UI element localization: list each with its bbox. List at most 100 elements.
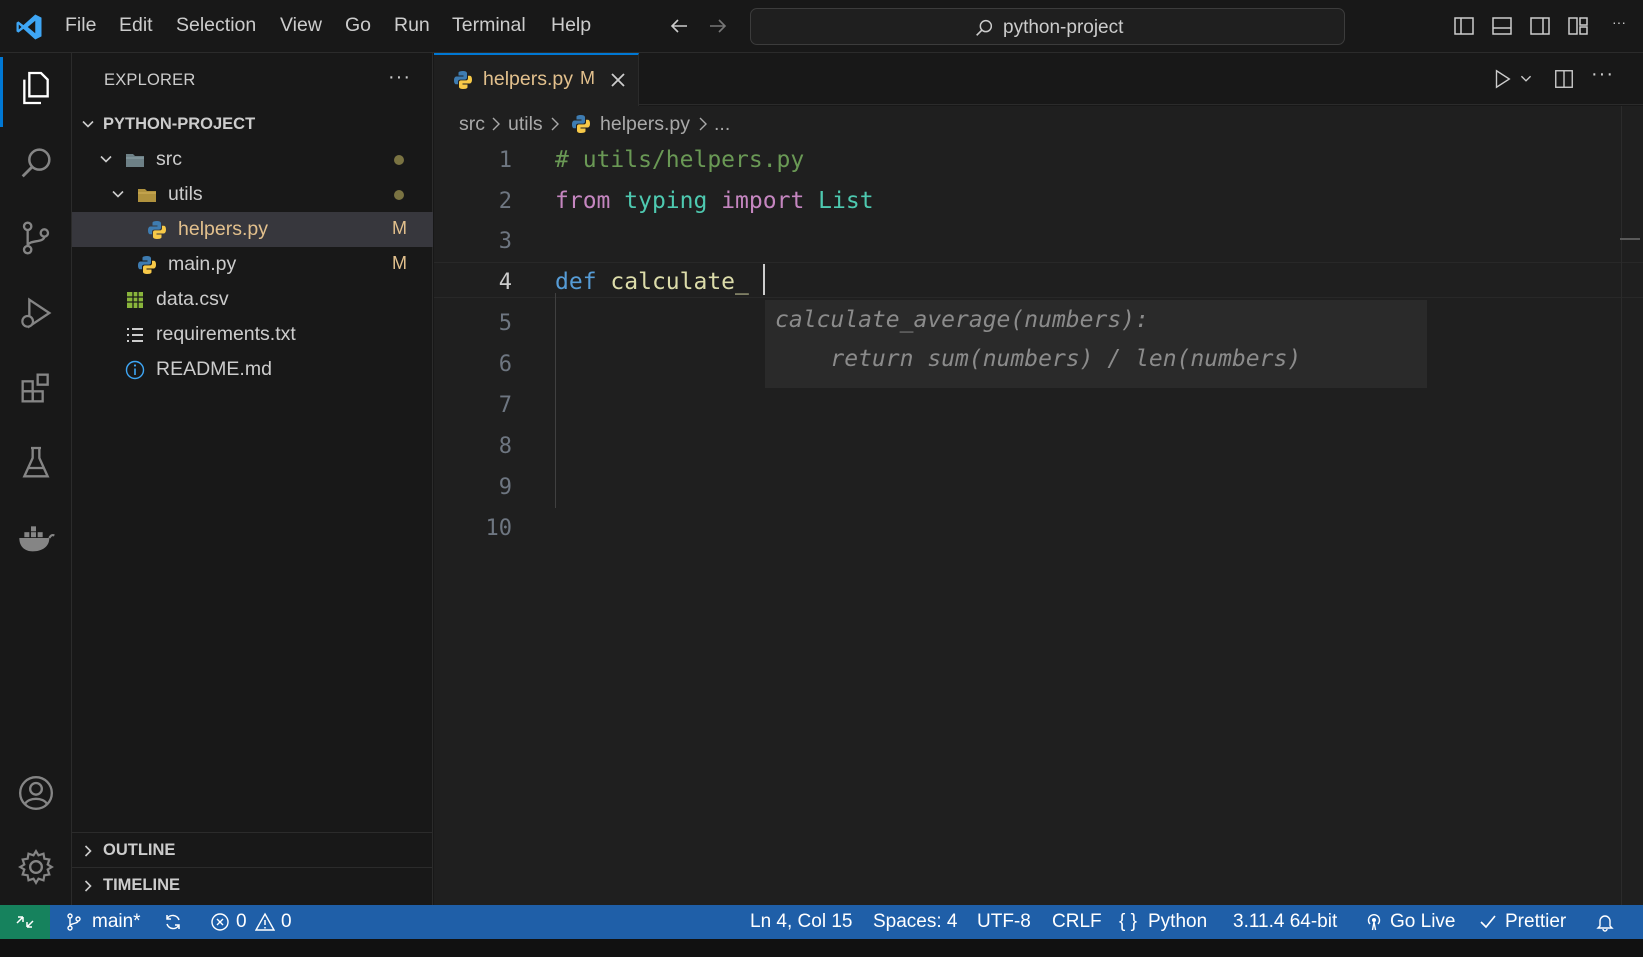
- git-branch[interactable]: main*: [92, 911, 141, 933]
- back-arrow-icon[interactable]: [667, 14, 691, 38]
- tree-item-label: data.csv: [156, 288, 229, 310]
- extensions-icon[interactable]: [16, 368, 56, 408]
- settings-gear-icon[interactable]: [16, 847, 56, 887]
- tree-item-main-py[interactable]: main.py M: [72, 247, 433, 282]
- project-root[interactable]: PYTHON-PROJECT: [72, 107, 433, 142]
- search-icon[interactable]: [16, 143, 56, 183]
- tree-item-readme-md[interactable]: README.md: [72, 352, 433, 387]
- cursor-position[interactable]: Ln 4, Col 15: [750, 911, 852, 933]
- tree-item-src[interactable]: src: [72, 142, 433, 177]
- testing-flask-icon[interactable]: [16, 443, 56, 483]
- tree-item-utils[interactable]: utils: [72, 177, 433, 212]
- modified-badge: M: [392, 253, 407, 273]
- indentation[interactable]: Spaces: 4: [873, 911, 958, 933]
- tab-helpers-py[interactable]: helpers.py M: [434, 53, 639, 106]
- timeline-label: TIMELINE: [103, 876, 180, 894]
- comment: # utils/helpers.py: [555, 147, 805, 173]
- warning-icon[interactable]: [255, 912, 275, 932]
- code-line-2: from typing import List: [555, 188, 874, 214]
- command-center-search[interactable]: python-project: [750, 8, 1345, 45]
- line-number-current: 4: [498, 270, 512, 295]
- branch-icon: [67, 913, 81, 931]
- encoding[interactable]: UTF-8: [977, 911, 1031, 933]
- editor-more-icon[interactable]: ···: [1591, 63, 1614, 86]
- toggle-primary-sidebar-icon[interactable]: [1452, 14, 1476, 38]
- broadcast-icon: [1367, 914, 1381, 931]
- line-number: 10: [485, 516, 513, 541]
- menu-go[interactable]: Go: [345, 14, 371, 37]
- menu-terminal[interactable]: Terminal: [452, 14, 526, 37]
- source-control-icon[interactable]: [16, 218, 56, 258]
- bell-icon[interactable]: [1595, 912, 1615, 932]
- run-python-icon[interactable]: [1491, 68, 1513, 90]
- chevron-right-icon: [551, 117, 559, 131]
- line-number: 7: [498, 393, 512, 418]
- keyword-import: import: [721, 188, 805, 214]
- tree-item-requirements-txt[interactable]: requirements.txt: [72, 317, 433, 352]
- suggestion-line-2: return sum(numbers) / len(numbers): [775, 346, 1302, 372]
- close-icon[interactable]: [608, 70, 628, 90]
- chevron-down-icon[interactable]: [1519, 68, 1533, 90]
- info-file-icon: [125, 360, 145, 380]
- toggle-panel-icon[interactable]: [1490, 14, 1514, 38]
- breadcrumb-symbols[interactable]: ...: [714, 113, 730, 136]
- line-number: 8: [498, 434, 512, 459]
- warning-count[interactable]: 0: [281, 911, 292, 933]
- toggle-secondary-sidebar-icon[interactable]: [1528, 14, 1552, 38]
- window-bottom-edge: [0, 939, 1643, 957]
- line-number: 5: [498, 311, 512, 336]
- overview-ruler: [1621, 106, 1622, 905]
- tree-item-label: helpers.py: [178, 218, 268, 240]
- menu-selection[interactable]: Selection: [176, 14, 256, 37]
- breadcrumb-utils[interactable]: utils: [508, 113, 543, 136]
- menu-help[interactable]: Help: [551, 14, 591, 37]
- indent-guide: [555, 293, 556, 508]
- csv-file-icon: [127, 292, 143, 308]
- tree-item-data-csv[interactable]: data.csv: [72, 282, 433, 317]
- timeline-section[interactable]: TIMELINE: [72, 867, 433, 902]
- outline-section[interactable]: OUTLINE: [72, 832, 433, 867]
- split-editor-icon[interactable]: [1553, 68, 1575, 90]
- chevron-down-icon: [82, 120, 94, 128]
- breadcrumb-src[interactable]: src: [459, 113, 485, 136]
- menu-view[interactable]: View: [280, 14, 322, 37]
- prettier[interactable]: Prettier: [1505, 911, 1566, 933]
- error-count[interactable]: 0: [236, 911, 247, 933]
- tree-item-label: requirements.txt: [156, 323, 296, 345]
- python-file-icon: [138, 256, 156, 274]
- customize-layout-icon[interactable]: [1566, 14, 1590, 38]
- accounts-icon[interactable]: [16, 773, 56, 813]
- braces-icon: { }: [1119, 911, 1137, 932]
- list-file-icon: [127, 328, 143, 342]
- menu-edit[interactable]: Edit: [119, 14, 153, 37]
- menu-run[interactable]: Run: [394, 14, 430, 37]
- docker-icon[interactable]: [16, 518, 56, 558]
- remote-indicator[interactable]: [0, 905, 50, 939]
- explorer-title: EXPLORER: [104, 71, 196, 89]
- python-file-icon: [572, 115, 590, 133]
- code-editor[interactable]: [434, 144, 1643, 905]
- tree-item-label: main.py: [168, 253, 237, 275]
- explorer-more-icon[interactable]: ···: [388, 66, 411, 89]
- go-live[interactable]: Go Live: [1390, 911, 1455, 933]
- modified-dot: [394, 190, 404, 200]
- python-interpreter[interactable]: 3.11.4 64-bit: [1233, 911, 1337, 933]
- inline-suggestion[interactable]: calculate_average(numbers): return sum(n…: [765, 300, 1427, 388]
- language-mode[interactable]: Python: [1148, 911, 1207, 933]
- run-debug-icon[interactable]: [16, 293, 56, 333]
- sync-icon[interactable]: [163, 912, 183, 932]
- forward-arrow-icon[interactable]: [706, 14, 730, 38]
- code-line-4: def calculate_: [555, 269, 749, 295]
- breadcrumb-file[interactable]: helpers.py: [600, 113, 690, 136]
- tree-item-helpers-py[interactable]: helpers.py M: [72, 212, 433, 247]
- chevron-right-icon: [84, 880, 92, 892]
- error-icon[interactable]: [210, 912, 230, 932]
- project-name: PYTHON-PROJECT: [103, 115, 256, 133]
- titlebar-more-icon[interactable]: ···: [1612, 14, 1626, 30]
- explorer-files-icon[interactable]: [16, 68, 56, 108]
- chevron-right-icon: [492, 117, 500, 131]
- end-of-line[interactable]: CRLF: [1052, 911, 1102, 933]
- chevron-down-icon: [112, 190, 124, 198]
- modified-badge: M: [392, 218, 407, 238]
- menu-file[interactable]: File: [65, 14, 96, 37]
